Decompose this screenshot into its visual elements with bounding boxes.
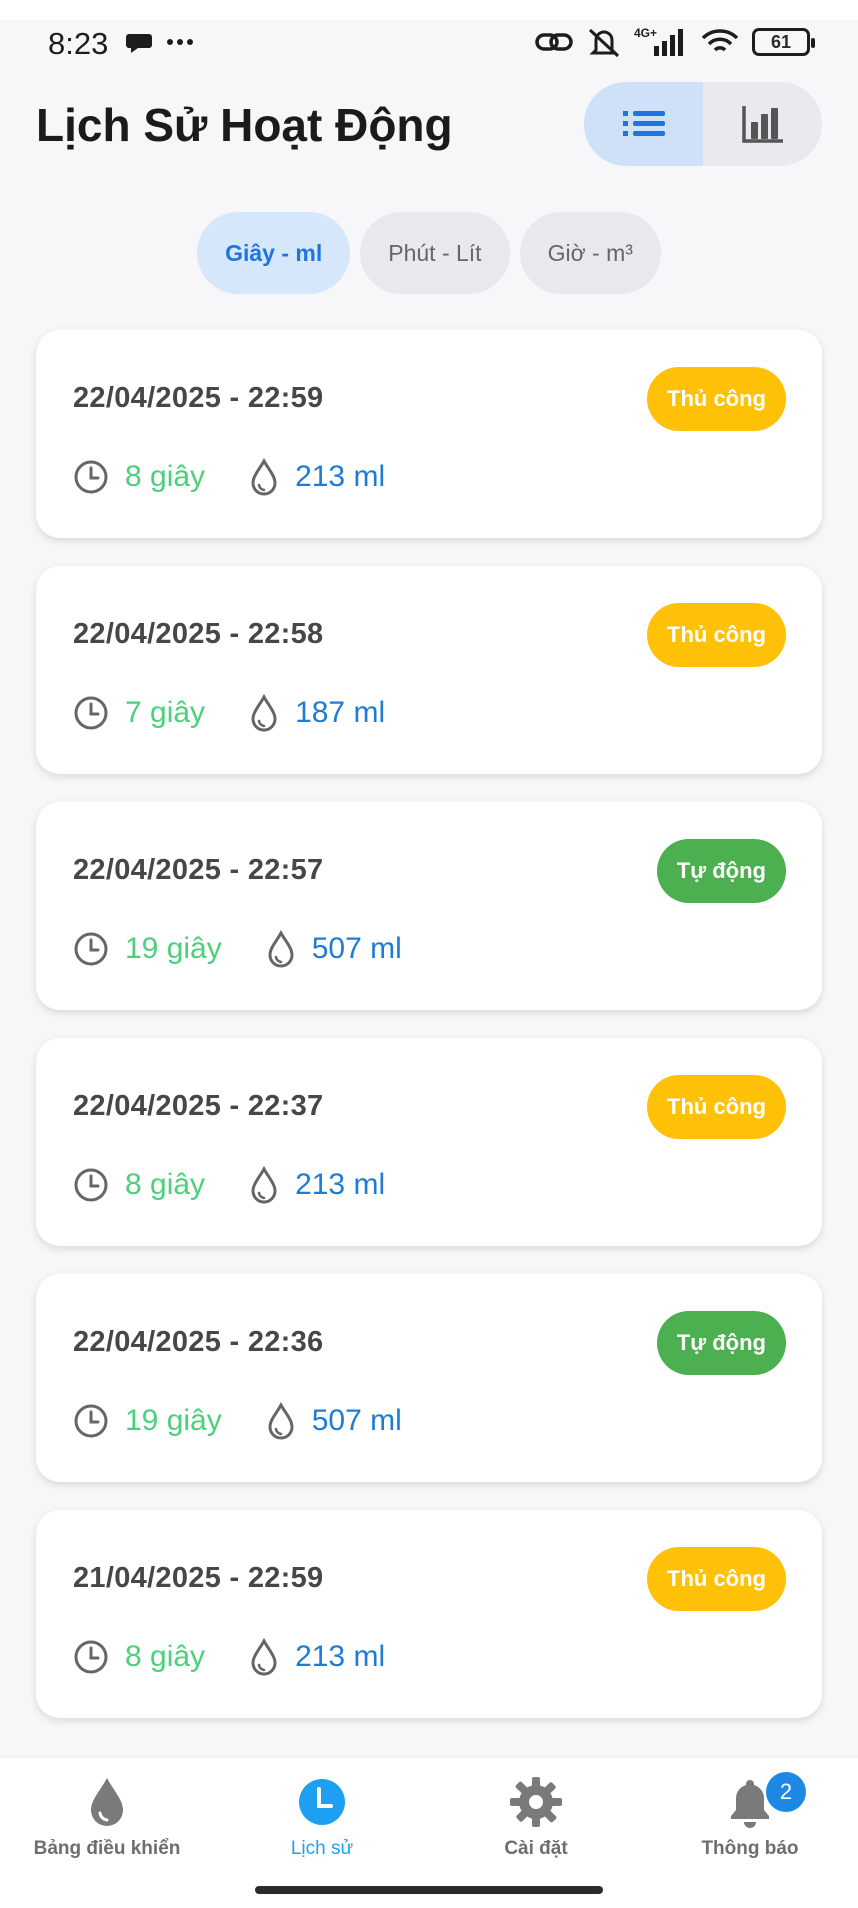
record-volume: 507 ml: [311, 932, 402, 965]
clock-icon: [74, 460, 108, 494]
record-datetime: 21/04/2025 - 22:59: [73, 1562, 324, 1594]
status-top-strip: [0, 0, 858, 20]
bar-chart-icon: [741, 106, 783, 143]
clock-icon: [74, 696, 108, 730]
history-card[interactable]: 22/04/2025 - 22:58 Thủ công 7 giây 187 m…: [36, 566, 822, 774]
mode-badge: Thủ công: [647, 603, 786, 667]
nav-label: Thông báo: [701, 1838, 799, 1859]
record-meta: 8 giây 213 ml: [73, 1638, 385, 1676]
history-card[interactable]: 22/04/2025 - 22:57 Tự động 19 giây 507 m…: [36, 802, 822, 1010]
page-title: Lịch Sử Hoạt Động: [36, 99, 453, 151]
record-duration: 7 giây: [125, 696, 206, 729]
history-card[interactable]: 22/04/2025 - 22:36 Tự động 19 giây 507 m…: [36, 1274, 822, 1482]
nav-label: Bảng điều khiển: [33, 1838, 181, 1859]
wifi-icon: [701, 29, 739, 52]
home-indicator: [255, 1886, 603, 1894]
history-card[interactable]: 22/04/2025 - 22:59 Thủ công 8 giây 213 m…: [36, 330, 822, 538]
clock-icon: [74, 1168, 108, 1202]
list-icon: [622, 111, 665, 136]
record-datetime: 22/04/2025 - 22:59: [73, 382, 324, 414]
signal-icon: 4G+: [634, 26, 683, 56]
clock-icon: [74, 1404, 108, 1438]
mode-badge: Thủ công: [647, 367, 786, 431]
record-duration: 19 giây: [125, 1404, 222, 1437]
nav-notifications[interactable]: 2 Thông báo: [650, 1772, 850, 1860]
record-duration: 8 giây: [125, 1168, 206, 1201]
nav-label: Cài đặt: [504, 1838, 568, 1859]
mode-badge: Thủ công: [647, 1075, 786, 1139]
record-datetime: 22/04/2025 - 22:36: [73, 1326, 324, 1358]
record-meta: 19 giây 507 ml: [73, 1402, 402, 1440]
tab-seconds-ml[interactable]: Giây - ml: [197, 212, 351, 294]
bell-off-icon: [588, 28, 620, 58]
record-volume: 187 ml: [295, 696, 386, 729]
record-meta: 8 giây 213 ml: [73, 458, 385, 496]
water-drop-icon: [251, 1638, 277, 1676]
clock-icon: [74, 1640, 108, 1674]
link-icon: [535, 33, 573, 51]
battery-icon: 61: [752, 28, 815, 56]
record-datetime: 22/04/2025 - 22:37: [73, 1090, 324, 1122]
record-volume: 213 ml: [295, 460, 386, 493]
water-drop-icon: [251, 694, 277, 732]
water-drop-icon: [268, 930, 294, 968]
status-time: 8:23: [48, 26, 109, 61]
clock-icon: [299, 1779, 345, 1825]
unit-tabs: Giây - ml Phút - Lít Giờ - m³: [0, 212, 858, 294]
water-drop-icon: [268, 1402, 294, 1440]
record-volume: 213 ml: [295, 1168, 386, 1201]
gear-icon: [510, 1777, 562, 1827]
water-drop-icon: [91, 1778, 123, 1826]
nav-settings[interactable]: Cài đặt: [436, 1776, 636, 1860]
record-duration: 19 giây: [125, 932, 222, 965]
nav-label: Lịch sử: [290, 1838, 354, 1859]
mode-badge: Tự động: [656, 1311, 786, 1375]
mode-badge: Thủ công: [647, 1547, 786, 1611]
record-volume: 507 ml: [311, 1404, 402, 1437]
status-bar: 8:23 4G+ 61: [0, 0, 858, 90]
view-toggle: [584, 82, 822, 166]
network-type: 4G+: [634, 26, 657, 40]
more-dots-icon: [167, 39, 193, 45]
history-list: 22/04/2025 - 22:59 Thủ công 8 giây 213 m…: [36, 330, 822, 1746]
mode-badge: Tự động: [656, 839, 786, 903]
tab-hours-cubic-meters[interactable]: Giờ - m³: [519, 212, 661, 294]
list-view-button[interactable]: [584, 82, 703, 166]
record-datetime: 22/04/2025 - 22:58: [73, 618, 324, 650]
water-drop-icon: [251, 458, 277, 496]
record-meta: 7 giây 187 ml: [73, 694, 385, 732]
chat-bubble-icon: [126, 34, 152, 53]
water-drop-icon: [251, 1166, 277, 1204]
record-volume: 213 ml: [295, 1640, 386, 1673]
record-datetime: 22/04/2025 - 22:57: [73, 854, 324, 886]
tab-minutes-liters[interactable]: Phút - Lít: [360, 212, 510, 294]
status-left-icons: [126, 30, 194, 54]
nav-dashboard[interactable]: Bảng điều khiển: [7, 1776, 207, 1860]
record-duration: 8 giây: [125, 460, 206, 493]
chart-view-button[interactable]: [703, 82, 822, 166]
clock-icon: [74, 932, 108, 966]
status-right-icons: 4G+ 61: [534, 26, 815, 58]
nav-history[interactable]: Lịch sử: [222, 1776, 422, 1860]
record-meta: 8 giây 213 ml: [73, 1166, 385, 1204]
record-meta: 19 giây 507 ml: [73, 930, 402, 968]
notification-count-badge: 2: [766, 1772, 806, 1812]
record-duration: 8 giây: [125, 1640, 206, 1673]
history-card[interactable]: 21/04/2025 - 22:59 Thủ công 8 giây 213 m…: [36, 1510, 822, 1718]
history-card[interactable]: 22/04/2025 - 22:37 Thủ công 8 giây 213 m…: [36, 1038, 822, 1246]
